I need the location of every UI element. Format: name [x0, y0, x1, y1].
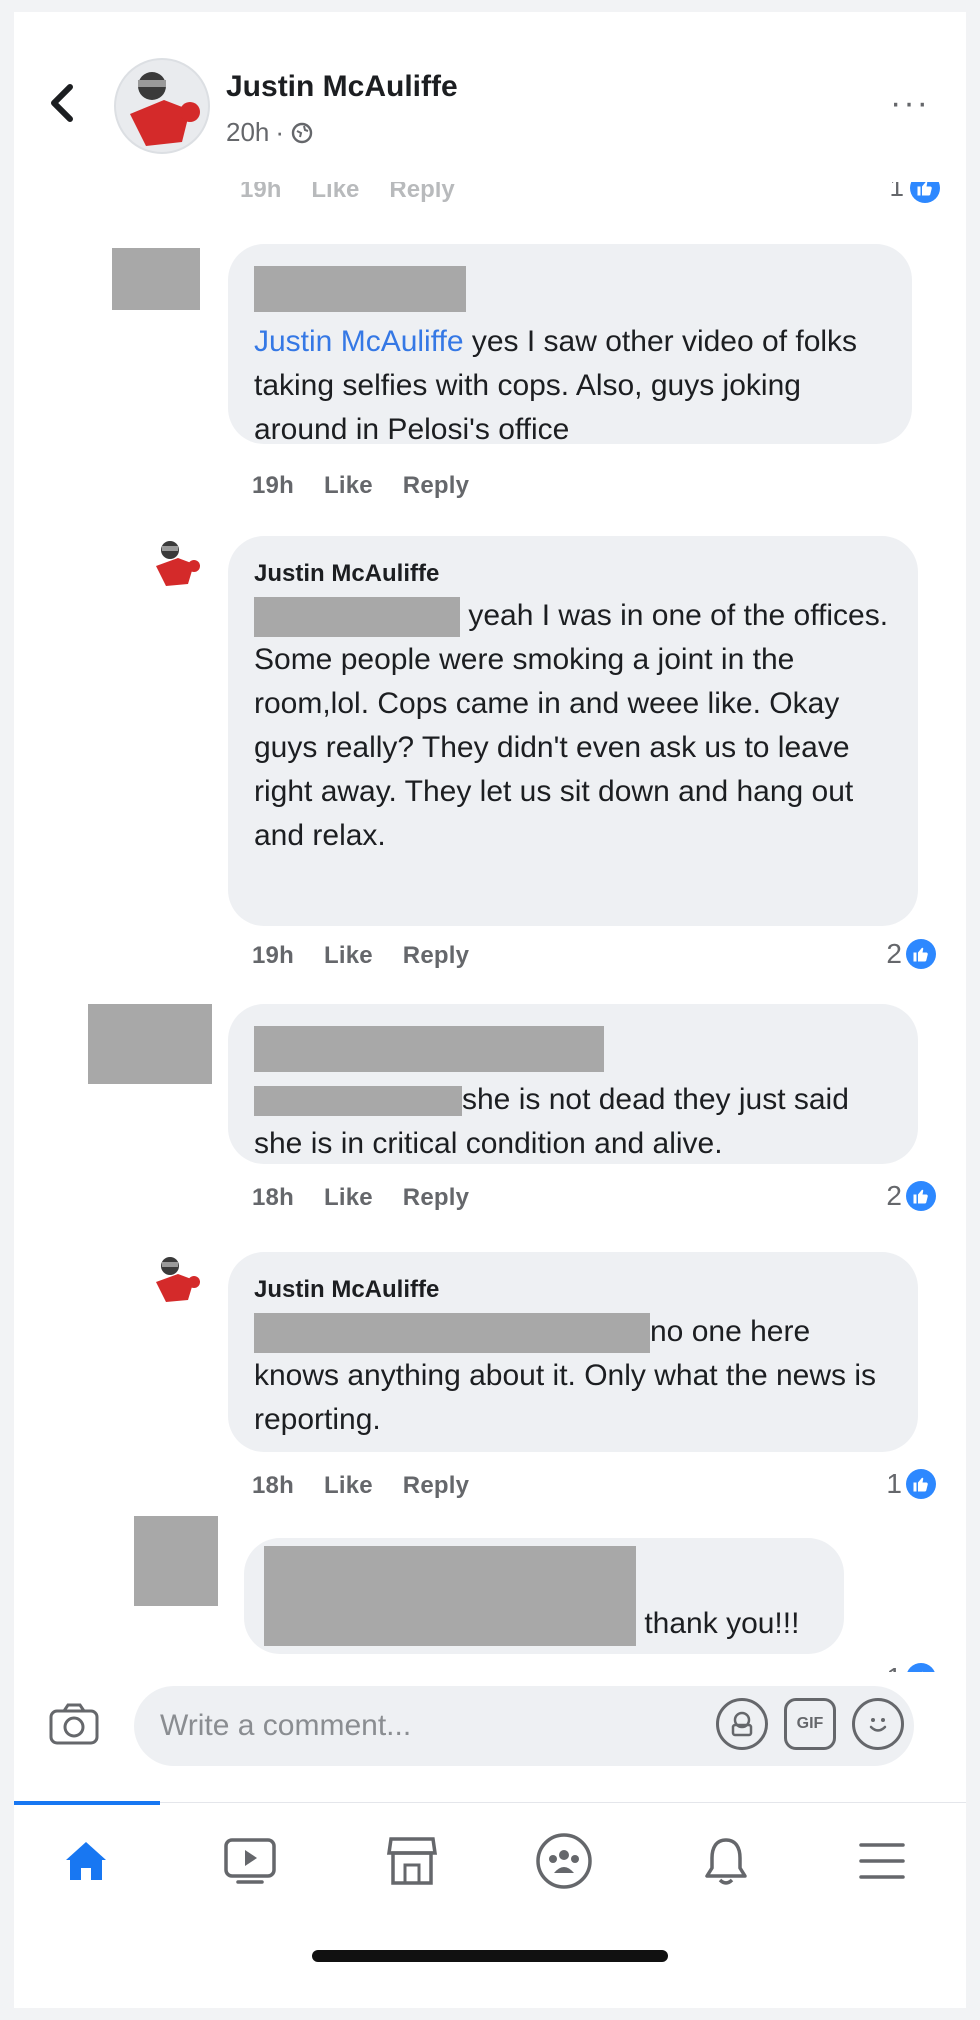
bottom-nav: [14, 1801, 966, 1912]
comment-time: 19h: [252, 472, 294, 499]
gif-label: GIF: [796, 1715, 824, 1732]
like-reaction-icon: [906, 1181, 936, 1211]
reply-link[interactable]: Reply: [403, 1472, 469, 1500]
reaction-count[interactable]: 2: [886, 938, 936, 970]
avatar[interactable]: [114, 58, 210, 154]
avatar-sticker-icon[interactable]: [716, 1698, 768, 1750]
like-reaction-icon: [906, 1469, 936, 1499]
comment-actions: 18h Like Reply: [252, 1184, 469, 1212]
like-link[interactable]: Like: [324, 1184, 373, 1212]
comment-bubble: Justin McAuliffe no one here knows anyth…: [228, 1252, 918, 1452]
nav-watch[interactable]: [210, 1831, 290, 1891]
redacted-name: [254, 266, 466, 312]
comment-composer: GIF: [14, 1672, 966, 1782]
avatar[interactable]: [148, 536, 204, 592]
nav-marketplace[interactable]: [372, 1831, 452, 1891]
comment-actions: 19h Like Reply: [252, 942, 469, 970]
video-icon: [224, 1838, 276, 1884]
marketplace-icon: [386, 1837, 438, 1885]
camera-button[interactable]: [44, 1694, 104, 1754]
nav-menu[interactable]: [842, 1831, 922, 1891]
like-link[interactable]: Like: [324, 942, 373, 970]
nav-notifications[interactable]: [686, 1831, 766, 1891]
comment-bubble: she is not dead they just said she is in…: [228, 1004, 918, 1164]
nav-home[interactable]: [46, 1831, 126, 1891]
reaction-count[interactable]: 2: [886, 1180, 936, 1212]
like-reaction-icon: [906, 939, 936, 969]
reply-link[interactable]: Reply: [403, 472, 469, 500]
redacted-avatar: [134, 1516, 218, 1606]
post-author-name[interactable]: Justin McAuliffe: [226, 70, 458, 104]
redacted-name: [264, 1546, 636, 1646]
comment-bubble: thank you!!!: [244, 1538, 844, 1654]
reply-link[interactable]: Reply: [403, 1184, 469, 1212]
redacted-mention: [254, 1313, 650, 1354]
comment-bubble: Justin McAuliffe yes I saw other video o…: [228, 244, 912, 446]
active-tab-indicator: [14, 1801, 160, 1805]
comment-actions: 19h Like Reply: [252, 472, 469, 500]
camera-icon: [49, 1703, 99, 1745]
home-icon: [66, 1842, 106, 1880]
redacted-avatar: [88, 1004, 212, 1084]
post-header: Justin McAuliffe 20h · ···: [14, 12, 966, 182]
comment-time: 18h: [252, 1184, 294, 1211]
more-options-button[interactable]: ···: [890, 84, 930, 123]
comment-actions: 18h Like Reply: [252, 1472, 469, 1500]
comment-time: 19h: [252, 942, 294, 969]
hamburger-menu-icon: [859, 1843, 905, 1879]
avatar[interactable]: [148, 1252, 204, 1308]
comment-text: thank you!!!: [644, 1607, 800, 1640]
like-link[interactable]: Like: [324, 1472, 373, 1500]
chevron-left-icon: [51, 84, 73, 122]
redacted-mention: [254, 1086, 462, 1117]
home-indicator: [312, 1950, 668, 1962]
back-button[interactable]: [38, 78, 88, 128]
mention-link[interactable]: Justin McAuliffe: [254, 325, 464, 358]
comment-author[interactable]: Justin McAuliffe: [254, 1274, 892, 1306]
phone-screen: 19h Like Reply 1 Justin McAuliffe yes I …: [14, 12, 966, 2008]
redacted-avatar: [112, 248, 200, 310]
emoji-icon[interactable]: [852, 1698, 904, 1750]
like-link[interactable]: Like: [324, 472, 373, 500]
bell-icon: [705, 1838, 747, 1885]
nav-groups[interactable]: [524, 1831, 604, 1891]
groups-icon: [536, 1833, 592, 1889]
post-time[interactable]: 20h: [226, 117, 269, 148]
globe-icon: [291, 122, 313, 143]
reaction-count[interactable]: 1: [886, 1468, 936, 1500]
comment-author[interactable]: Justin McAuliffe: [254, 558, 892, 590]
comment-thread: 19h Like Reply 1 Justin McAuliffe yes I …: [14, 12, 966, 1693]
post-meta: 20h ·: [226, 117, 314, 148]
redacted-mention: [254, 597, 460, 638]
composer-actions: GIF: [716, 1698, 904, 1750]
comment-bubble: Justin McAuliffe yeah I was in one of th…: [228, 536, 918, 926]
reply-link[interactable]: Reply: [403, 942, 469, 970]
gif-button[interactable]: GIF: [784, 1698, 836, 1750]
comment-time: 18h: [252, 1472, 294, 1499]
separator: ·: [275, 117, 285, 147]
redacted-name: [254, 1026, 604, 1072]
